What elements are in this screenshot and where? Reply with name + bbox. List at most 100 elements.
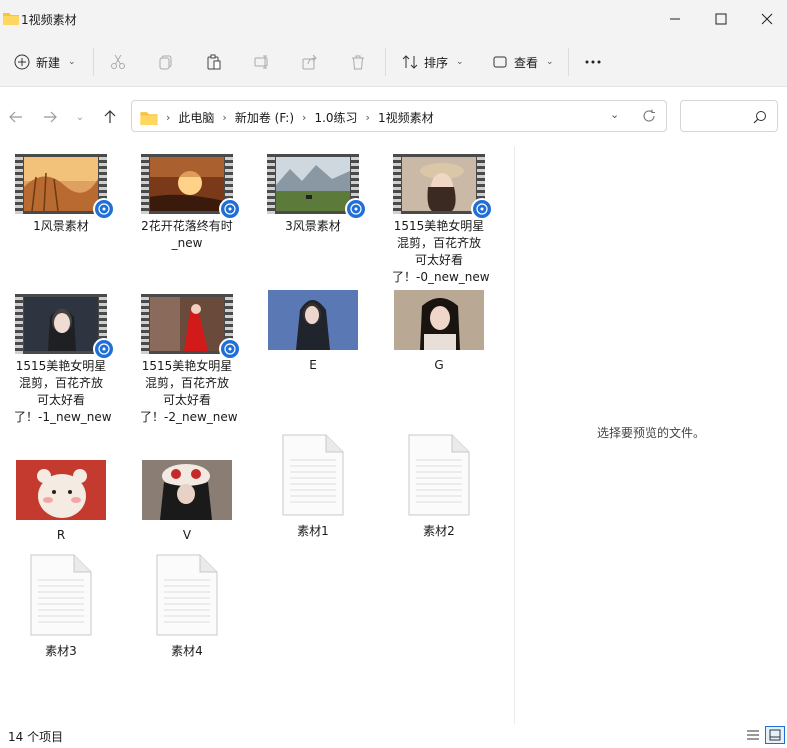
cut-button[interactable] [110,46,126,78]
file-item-video[interactable]: 1515美艳女明星混剪，百花齐放可太好看了！-1_new_new [6,294,116,426]
arrow-left-icon [9,111,22,123]
recent-locations-button[interactable]: ⌄ [70,106,90,128]
paste-button[interactable] [206,46,222,78]
address-dropdown-button[interactable]: ⌄ [610,108,619,121]
file-item-image[interactable]: R [6,460,116,544]
breadcrumb-separator: › [365,111,370,124]
view-icon [493,56,507,68]
folder-icon [3,13,19,25]
more-options-button[interactable] [584,46,602,78]
file-name: R [56,528,66,542]
folder-icon [140,112,158,125]
media-player-icon [93,338,115,360]
search-box[interactable] [680,100,778,132]
new-button[interactable]: 新建 ⌄ [14,46,76,78]
large-icons-view-button[interactable] [765,726,785,744]
file-item-document[interactable]: 素材3 [6,554,116,660]
copy-icon [159,55,172,70]
scissors-icon [111,54,125,69]
video-frame-image [24,157,98,211]
video-thumbnail [393,154,493,220]
video-thumbnail [15,154,115,220]
media-player-icon [471,198,493,220]
maximize-icon [715,13,727,25]
file-item-document[interactable]: 素材1 [258,434,368,540]
tiles-view-icon [769,729,781,741]
file-name: V [182,528,192,542]
file-name: 1风景素材 [33,219,89,233]
video-thumbnail [267,154,367,220]
clipboard-icon [207,54,221,70]
file-name: 素材3 [45,644,77,658]
back-button[interactable] [4,106,28,128]
plus-circle-icon [14,54,30,70]
copy-button[interactable] [158,46,174,78]
sort-icon [402,55,418,69]
file-name: E [309,358,317,372]
toolbar-divider [385,48,386,76]
video-thumbnail [141,154,241,220]
breadcrumb-current[interactable]: 1视频素材 [378,109,434,126]
delete-button[interactable] [350,46,366,78]
search-icon [753,111,766,124]
video-frame-image [402,157,476,211]
breadcrumb-separator: › [222,111,227,124]
file-name: 素材1 [297,524,329,538]
view-button[interactable]: 查看 ⌄ [492,46,554,78]
file-item-image[interactable]: E [258,290,368,374]
file-item-video[interactable]: 1515美艳女明星混剪，百花齐放可太好看了！-0_new_new [384,154,494,286]
chevron-down-icon: ⌄ [68,57,76,67]
file-item-video[interactable]: 1风景素材 [6,154,116,235]
file-item-video[interactable]: 3风景素材 [258,154,368,235]
file-name: 1515美艳女明星混剪，百花齐放可太好看了！-1_new_new [14,359,112,424]
image-thumbnail [142,460,232,520]
share-button[interactable] [302,46,318,78]
document-icon [282,434,344,516]
toolbar-divider [93,48,94,76]
rename-icon [254,55,268,69]
chevron-down-icon: ⌄ [75,111,85,123]
file-name: 2花开花落终有时_new [141,219,233,250]
arrow-up-icon [104,110,116,123]
forward-button[interactable] [38,106,62,128]
status-bar: 14 个项目 [0,724,787,748]
refresh-icon[interactable] [642,109,656,123]
image-thumbnail [16,460,106,520]
more-icon [585,60,601,64]
media-player-icon [219,338,241,360]
up-button[interactable] [98,106,122,128]
image-thumbnail [394,290,484,350]
file-item-document[interactable]: 素材2 [384,434,494,540]
item-count: 14 个项目 [8,730,64,744]
file-item-video[interactable]: 1515美艳女明星混剪，百花齐放可太好看了！-2_new_new [132,294,242,426]
maximize-button[interactable] [698,0,744,38]
arrow-right-icon [44,111,57,123]
rename-button[interactable] [254,46,270,78]
breadcrumb-drive[interactable]: 新加卷 (F:) [235,109,294,126]
close-button[interactable] [744,0,787,38]
minimize-button[interactable] [652,0,698,38]
address-bar[interactable]: › 此电脑 › 新加卷 (F:) › 1.0练习 › 1视频素材 ⌄ [131,100,667,132]
file-name: 1515美艳女明星混剪，百花齐放可太好看了！-0_new_new [392,219,490,284]
trash-icon [352,55,364,70]
document-icon [156,554,218,636]
file-item-video[interactable]: 2花开花落终有时_new [132,154,242,252]
list-view-icon [747,730,759,740]
title-bar: 1视频素材 [0,0,787,38]
media-player-icon [219,198,241,220]
video-frame-image [150,297,224,351]
file-item-image[interactable]: V [132,460,242,544]
breadcrumb-practice[interactable]: 1.0练习 [314,109,357,126]
breadcrumb-this-pc[interactable]: 此电脑 [178,109,214,126]
details-view-button[interactable] [743,726,763,744]
minimize-icon [670,18,680,20]
preview-message: 选择要预览的文件。 [596,426,705,440]
view-button-label: 查看 [514,55,539,70]
document-icon [30,554,92,636]
command-bar: 新建 ⌄ 排序 ⌄ 查看 ⌄ [0,38,787,87]
file-item-document[interactable]: 素材4 [132,554,242,660]
file-list: 1风景素材 2花开花落终有时_new 3风景素材 1515美艳女明星混剪，百花齐… [0,146,514,724]
breadcrumb-separator: › [166,111,171,124]
file-item-image[interactable]: G [384,290,494,374]
sort-button[interactable]: 排序 ⌄ [402,46,464,78]
